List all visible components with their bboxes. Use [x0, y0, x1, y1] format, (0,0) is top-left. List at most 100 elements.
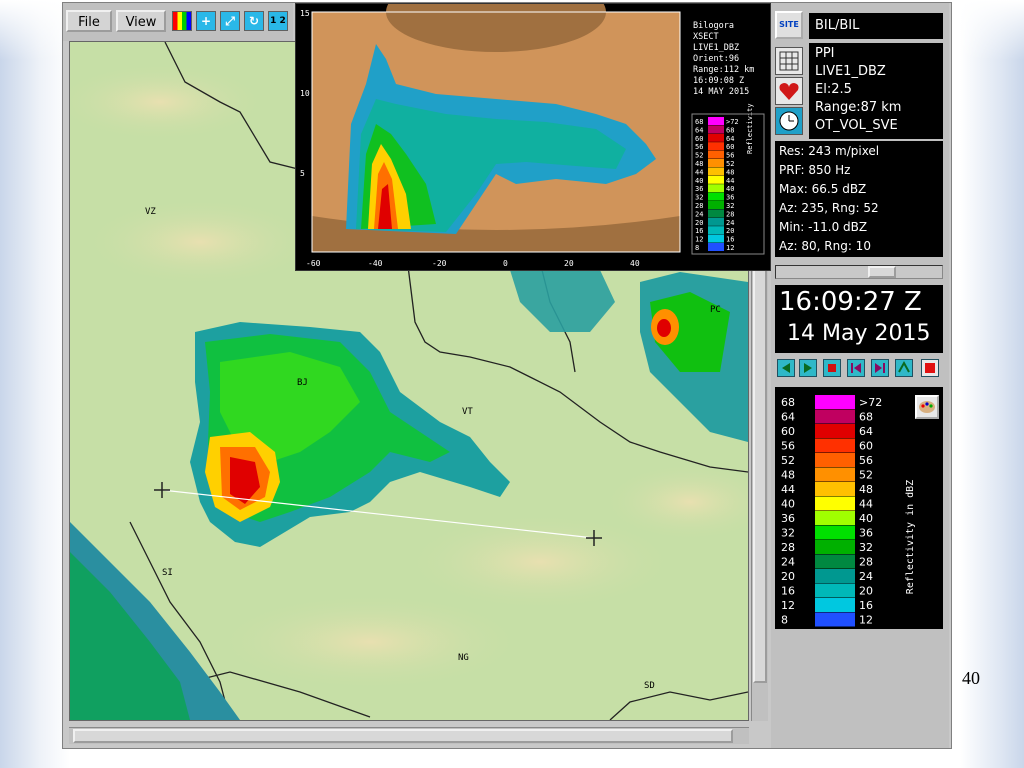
xsect-legend-low-label: 8	[695, 244, 699, 252]
xsect-legend-swatch	[708, 142, 724, 151]
xsect-x-tick: 20	[564, 259, 574, 268]
palette-icon[interactable]	[172, 11, 192, 31]
legend-low-label: 16	[781, 585, 795, 598]
station-label-pc: PC	[710, 305, 721, 315]
play-icon[interactable]	[799, 359, 817, 377]
legend-swatch	[815, 453, 855, 467]
xsect-x-tick: 0	[503, 259, 508, 268]
xsect-legend-low-label: 52	[695, 152, 703, 160]
horizontal-scroll-thumb[interactable]	[73, 729, 733, 743]
legend-low-label: 44	[781, 483, 795, 496]
time-text: 16:09:27 Z	[779, 287, 922, 317]
reflectivity-legend: 68 >72 64 68 60 64 56 60 52 56 48 52 44 48 40 44 36 40 32 3…	[775, 387, 943, 629]
radar-app-window: File View + ⤢ ↻ 1 2 VZ BJ VT PC SI NG SD…	[62, 0, 952, 749]
grid-icon[interactable]	[775, 47, 803, 75]
xsect-legend-high-label: 60	[726, 143, 734, 151]
stats-line: Max: 66.5 dBZ	[779, 182, 867, 196]
clock-icon[interactable]	[775, 107, 803, 135]
stop-icon[interactable]	[823, 359, 841, 377]
legend-low-label: 12	[781, 599, 795, 612]
site-name-box: BIL/BIL	[809, 13, 943, 39]
xsect-legend-swatch	[708, 209, 724, 218]
xsect-legend-low-label: 32	[695, 194, 703, 202]
product-line: OT_VOL_SVE	[815, 118, 898, 133]
legend-high-label: 32	[859, 541, 873, 554]
palette-icon[interactable]	[915, 395, 939, 419]
legend-swatch	[815, 525, 855, 540]
xsect-y-tick: 10	[300, 89, 310, 98]
pages-icon[interactable]: 1 2	[268, 11, 288, 31]
xsect-legend-high-label: 12	[726, 244, 734, 252]
station-label-vz: VZ	[145, 207, 156, 217]
legend-low-label: 60	[781, 425, 795, 438]
legend-high-label: 28	[859, 556, 873, 569]
legend-high-label: 16	[859, 599, 873, 612]
legend-low-label: 36	[781, 512, 795, 525]
crosshair-icon[interactable]: +	[196, 11, 216, 31]
loop-icon[interactable]	[895, 359, 913, 377]
zoom-icon[interactable]: ⤢	[220, 11, 240, 31]
file-menu-button[interactable]: File	[66, 10, 112, 32]
station-label-ng: NG	[458, 653, 469, 663]
stats-box: Res: 243 m/pixel PRF: 850 Hz Max: 66.5 d…	[775, 141, 943, 257]
legend-high-label: 40	[859, 512, 873, 525]
legend-high-label: 48	[859, 483, 873, 496]
xsect-info-line: Bilogora	[693, 21, 734, 31]
legend-high-label: >72	[859, 396, 882, 409]
xsect-legend-high-label: 56	[726, 152, 734, 160]
stats-line: Az: 80, Rng: 10	[779, 239, 871, 253]
legend-swatch	[815, 554, 855, 569]
legend-swatch	[815, 409, 855, 424]
map-horizontal-scrollbar[interactable]	[69, 727, 749, 744]
xsect-legend-swatch	[708, 150, 724, 159]
terrain-hill	[80, 197, 320, 287]
xsect-legend-low-label: 56	[695, 143, 703, 151]
legend-low-label: 28	[781, 541, 795, 554]
animation-slider[interactable]	[775, 265, 943, 279]
step-back-icon[interactable]	[847, 359, 865, 377]
xsect-info-line: 16:09:08 Z	[693, 76, 744, 86]
xsect-legend-high-label: 48	[726, 168, 734, 176]
stats-line: Az: 235, Rng: 52	[779, 201, 879, 215]
control-panel: SITE BIL/BIL PPI LIVE1_DBZ El:2.5 Range:…	[771, 3, 949, 748]
xsect-color-legend: 68 >7264 6860 6456 6052 5648 5244 4840 4436 4032 3…	[695, 117, 739, 252]
legend-swatch	[815, 583, 855, 598]
xsect-legend-swatch	[708, 117, 724, 125]
xsect-info-line: Range:112 km	[693, 65, 754, 75]
legend-high-label: 68	[859, 411, 873, 424]
legend-swatch	[815, 569, 855, 583]
xsect-legend-swatch	[708, 226, 724, 235]
legend-swatch	[815, 496, 855, 511]
refresh-icon[interactable]: ↻	[244, 11, 264, 31]
rewind-icon[interactable]	[777, 359, 795, 377]
xsect-x-tick: -60	[306, 259, 321, 268]
xsect-legend-high-label: 24	[726, 219, 734, 227]
xsect-legend-low-label: 60	[695, 135, 703, 143]
stats-line: Min: -11.0 dBZ	[779, 220, 868, 234]
legend-low-label: 52	[781, 454, 795, 467]
xsect-legend-low-label: 20	[695, 219, 703, 227]
legend-low-label: 8	[781, 614, 788, 627]
legend-title: Reflectivity in dBZ	[905, 480, 916, 594]
xsect-legend-swatch	[708, 234, 724, 243]
xsect-x-tick: -20	[432, 259, 447, 268]
step-forward-icon[interactable]	[871, 359, 889, 377]
cross-section-svg: -60 -40 -20 0 20 40 15 10 5 Bilogora XSE…	[300, 0, 765, 268]
legend-swatch	[815, 395, 855, 409]
xsect-y-tick: 15	[300, 9, 310, 18]
xsect-legend-high-label: 36	[726, 194, 734, 202]
legend-low-label: 40	[781, 498, 795, 511]
xsect-legend-high-label: 16	[726, 236, 734, 244]
xsect-info-line: LIVE1_DBZ	[693, 43, 739, 53]
heart-icon[interactable]	[775, 77, 803, 105]
xsect-legend-low-label: 12	[695, 236, 703, 244]
xsect-legend-low-label: 36	[695, 185, 703, 193]
animation-slider-thumb[interactable]	[868, 266, 896, 278]
record-icon[interactable]	[921, 359, 939, 377]
view-menu-button[interactable]: View	[116, 10, 166, 32]
xsect-x-tick: 40	[630, 259, 640, 268]
xsect-legend-low-label: 40	[695, 177, 703, 185]
site-icon[interactable]: SITE	[775, 11, 803, 39]
xsect-legend-swatch	[708, 243, 724, 251]
xsect-legend-swatch	[708, 167, 724, 176]
